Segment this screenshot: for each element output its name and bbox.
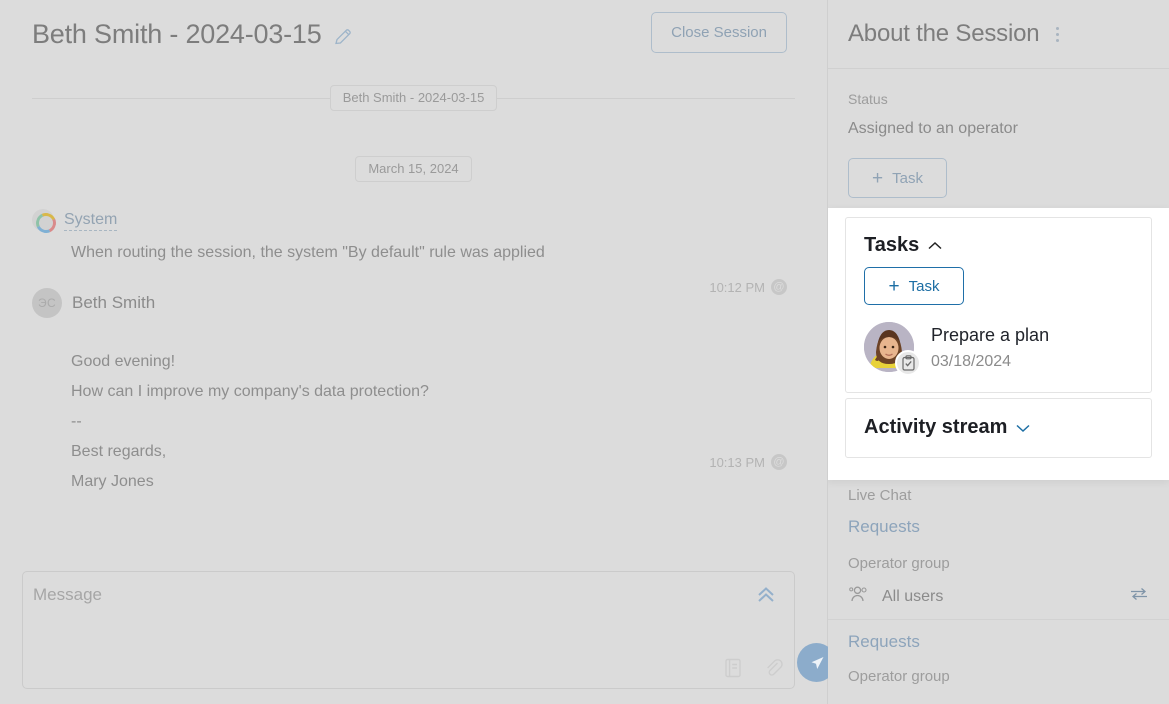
composer-box[interactable] (22, 571, 795, 689)
message-body: Good evening! How can I improve my compa… (71, 347, 787, 497)
tasks-heading-row[interactable]: Tasks (864, 234, 1133, 257)
chevron-up-icon[interactable] (927, 234, 943, 257)
section-divider (828, 619, 1169, 620)
task-date: 03/18/2024 (931, 352, 1012, 370)
channel-label: Live Chat (848, 487, 912, 504)
message-list: System When routing the session, the sys… (0, 182, 827, 571)
transfer-icon[interactable] (1129, 587, 1149, 606)
message-composer: Message (22, 571, 836, 689)
quick-reply-icon[interactable] (723, 657, 743, 679)
pencil-icon[interactable] (333, 27, 353, 47)
session-chip: Beth Smith - 2024-03-15 (329, 85, 498, 111)
plus-icon: + (872, 167, 884, 189)
message-line: -- (71, 413, 82, 430)
channel-field: Live Chat Requests (828, 487, 1169, 537)
status-label: Status (848, 91, 888, 107)
panel-title: About the Session (848, 20, 1040, 47)
chevron-down-icon[interactable] (1015, 416, 1031, 439)
operator-group-label: Operator group (848, 555, 950, 572)
message-line: Best regards, (71, 443, 167, 460)
message-author-name: Beth Smith (72, 293, 156, 312)
page-title: Beth Smith - 2024-03-15 (32, 18, 322, 49)
message-line: Mary Jones (71, 473, 154, 490)
about-session-panel: About the Session Status Assigned to an … (828, 0, 1169, 704)
message-author-row: System (32, 209, 787, 231)
session-workspace: Beth Smith - 2024-03-15 Close Session Be… (0, 0, 1169, 704)
operator-group-row[interactable]: All users (848, 586, 1149, 607)
channel-link[interactable]: Requests (848, 517, 1149, 537)
operator-group-field: Operator group All users (828, 555, 1169, 607)
activity-stream-heading: Activity stream (864, 416, 1008, 438)
tasks-overlay-popup: Tasks + Task Prepare a plan 03/18/2024 A… (828, 208, 1169, 480)
paperclip-icon[interactable] (763, 657, 783, 679)
kebab-dot (1056, 32, 1060, 36)
chat-header: Beth Smith - 2024-03-15 Close Session (0, 0, 827, 68)
close-session-button[interactable]: Close Session (651, 12, 787, 53)
add-task-label: Task (892, 169, 923, 187)
requests-link[interactable]: Requests (848, 632, 1149, 652)
task-title: Prepare a plan (931, 324, 1050, 345)
message-author-row: ЭС Beth Smith (32, 288, 787, 318)
activity-stream-heading-row[interactable]: Activity stream (864, 416, 1133, 439)
message-author-name[interactable]: System (64, 210, 118, 231)
message-line: Good evening! (71, 353, 176, 370)
tasks-card: Tasks + Task Prepare a plan 03/18/2024 (845, 217, 1152, 393)
add-task-label: Task (908, 277, 940, 295)
session-divider: Beth Smith - 2024-03-15 (32, 85, 796, 111)
message-system: System When routing the session, the sys… (32, 209, 787, 295)
users-icon (848, 586, 870, 607)
message-text: When routing the session, the system "By… (71, 244, 545, 261)
activity-stream-card[interactable]: Activity stream (845, 398, 1152, 458)
message-input-placeholder[interactable]: Message (33, 585, 102, 605)
system-logo-icon (32, 209, 54, 231)
message-timestamp: 10:13 PM @ (709, 454, 787, 470)
chat-pane: Beth Smith - 2024-03-15 Close Session Be… (0, 0, 836, 704)
chevron-double-up-icon[interactable] (755, 584, 777, 606)
composer-tools (723, 657, 783, 679)
operator-group-label-2: Operator group (848, 668, 950, 685)
kebab-dot (1056, 26, 1060, 30)
at-channel-icon: @ (771, 454, 787, 470)
plus-icon: + (888, 275, 900, 297)
kebab-dot (1056, 38, 1060, 42)
tasks-heading: Tasks (864, 234, 920, 256)
requests-field: Requests Operator group (828, 632, 1169, 685)
kebab-menu-icon[interactable] (1056, 26, 1060, 42)
panel-body: Status Assigned to an operator + Task (828, 69, 1169, 198)
task-info: Prepare a plan 03/18/2024 (931, 324, 1049, 371)
date-chip: March 15, 2024 (355, 156, 472, 182)
send-icon (811, 656, 823, 669)
date-chip-row: March 15, 2024 (0, 156, 827, 182)
status-value: Assigned to an operator (848, 120, 1018, 137)
message-line: How can I improve my company's data prot… (71, 383, 429, 400)
message-user: ЭС Beth Smith Good evening! How can I im… (32, 288, 787, 497)
operator-group-value: All users (882, 587, 944, 605)
avatar: ЭС (32, 288, 62, 318)
task-avatar (864, 322, 921, 376)
timestamp-text: 10:13 PM (709, 454, 765, 470)
divider-line-right (497, 97, 796, 99)
panel-header: About the Session (828, 0, 1169, 69)
add-task-button-popup[interactable]: + Task (864, 267, 964, 305)
clipboard-check-icon (895, 350, 921, 376)
task-list-item[interactable]: Prepare a plan 03/18/2024 (864, 322, 1133, 376)
add-task-button[interactable]: + Task (848, 158, 947, 198)
divider-line-left (32, 97, 330, 99)
